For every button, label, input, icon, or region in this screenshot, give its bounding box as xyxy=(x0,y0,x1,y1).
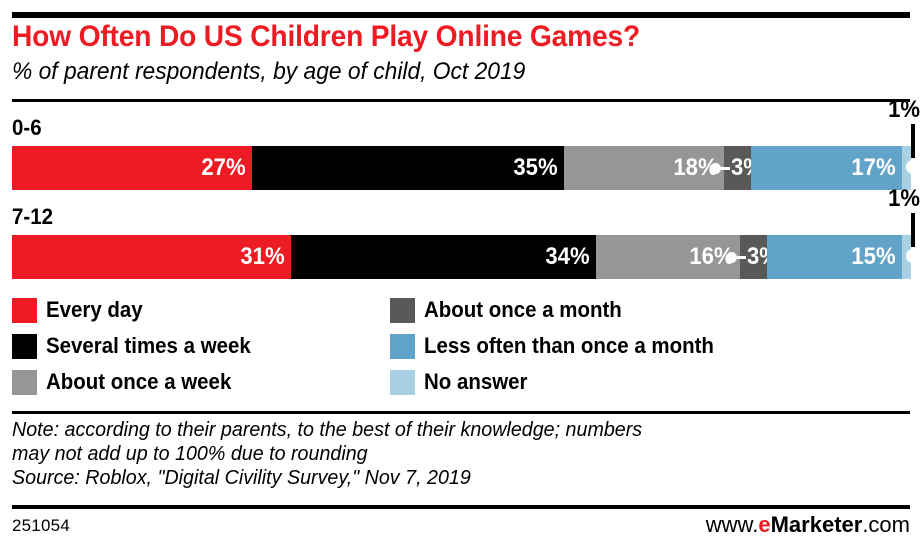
legend-label: Every day xyxy=(46,297,143,322)
legend-label: About once a month xyxy=(424,297,622,322)
chart-sheet: How Often Do US Children Play Online Gam… xyxy=(0,0,922,553)
legend-item[interactable]: No answer xyxy=(390,364,736,400)
brand-name: Marketer xyxy=(770,512,863,537)
bar-segment[interactable]: 34% xyxy=(290,235,597,279)
callout-dot xyxy=(726,251,738,263)
bar-segment[interactable]: 1% xyxy=(888,187,920,279)
legend-swatch xyxy=(390,369,415,395)
segment-value-label: 1% xyxy=(888,185,920,212)
legend-swatch xyxy=(390,297,415,323)
segment-value-label: 31% xyxy=(240,243,285,270)
chart-note: Note: according to their parents, to the… xyxy=(12,418,866,489)
stacked-bar: 27% 35% 18% 3% 17% 1% xyxy=(12,98,920,190)
chart-legend: Every day Several times a week About once … xyxy=(0,292,922,404)
bar-segment[interactable]: 35% xyxy=(252,146,564,190)
legend-item[interactable]: Every day xyxy=(12,292,266,328)
legend-item[interactable]: Less often than once a month xyxy=(390,328,736,364)
note-bottom-rule xyxy=(12,505,910,509)
top-rule xyxy=(12,12,910,18)
bar-segment[interactable]: 3% xyxy=(726,235,779,279)
segment-value-label: 15% xyxy=(851,243,896,270)
callout-leader-line xyxy=(910,213,915,247)
brand-e: e xyxy=(758,512,771,537)
bar-segment[interactable]: 31% xyxy=(12,235,291,279)
segment-value-label: 27% xyxy=(201,154,246,181)
bar-segment[interactable]: 18% xyxy=(563,146,725,190)
callout-dot xyxy=(905,160,920,174)
note-source-line: Source: Roblox, "Digital Civility Survey… xyxy=(12,465,471,489)
callout-leader-line xyxy=(910,124,915,158)
segment-callout-above: 1% xyxy=(888,187,920,279)
legend-label: Less often than once a month xyxy=(424,333,714,358)
segment-value-label: 17% xyxy=(851,154,896,181)
bar-segment[interactable]: 1% xyxy=(888,98,920,190)
legend-item[interactable]: Several times a week xyxy=(12,328,266,364)
legend-item[interactable]: About once a week xyxy=(12,364,266,400)
emarketer-logo[interactable]: www.eMarketer.com xyxy=(706,512,910,538)
legend-swatch xyxy=(12,333,37,359)
bar-segment[interactable]: 16% xyxy=(596,235,741,279)
callout-dot xyxy=(710,162,722,174)
callout-dot xyxy=(905,249,920,263)
note-top-rule xyxy=(12,411,910,414)
legend-swatch xyxy=(390,333,415,359)
callout-leader-line xyxy=(737,255,747,259)
legend-swatch xyxy=(12,369,37,395)
legend-label: Several times a week xyxy=(46,333,251,358)
chart-id: 251054 xyxy=(12,516,70,535)
callout-leader-line xyxy=(721,166,731,170)
page-subtitle: % of parent respondents, by age of child… xyxy=(12,58,526,85)
segment-callout-above: 1% xyxy=(888,98,920,190)
brand-prefix: www. xyxy=(705,512,759,537)
legend-label: No answer xyxy=(424,369,528,394)
page-title: How Often Do US Children Play Online Gam… xyxy=(12,20,641,53)
legend-column-2: About once a month Less often than once a… xyxy=(390,292,736,400)
segment-value-label: 1% xyxy=(888,96,920,123)
segment-value-label: 34% xyxy=(545,243,590,270)
note-line-2: may not add up to 100% due to rounding xyxy=(12,441,368,465)
bar-segment[interactable]: 27% xyxy=(12,146,253,190)
brand-suffix: .com xyxy=(862,512,910,537)
bar-group-label: 7-12 xyxy=(12,204,53,229)
bar-segment[interactable]: 15% xyxy=(767,235,902,279)
stacked-bar: 31% 34% 16% 3% 15% 1% xyxy=(12,187,920,279)
stacked-bar-chart: 0-6 27% 35% 18% 3% 17% 1% 7-12 31% 34% 16% 3% 15% 1% xyxy=(0,98,922,290)
bar-segment[interactable]: 3% xyxy=(710,146,763,190)
legend-label: About once a week xyxy=(46,369,232,394)
bar-segment[interactable]: 17% xyxy=(750,146,903,190)
legend-column-1: Every day Several times a week About once … xyxy=(12,292,266,400)
bar-group-label: 0-6 xyxy=(12,115,42,140)
legend-item[interactable]: About once a month xyxy=(390,292,736,328)
note-line-1: Note: according to their parents, to the… xyxy=(12,418,643,441)
segment-value-label: 35% xyxy=(513,154,558,181)
legend-swatch xyxy=(12,297,37,323)
